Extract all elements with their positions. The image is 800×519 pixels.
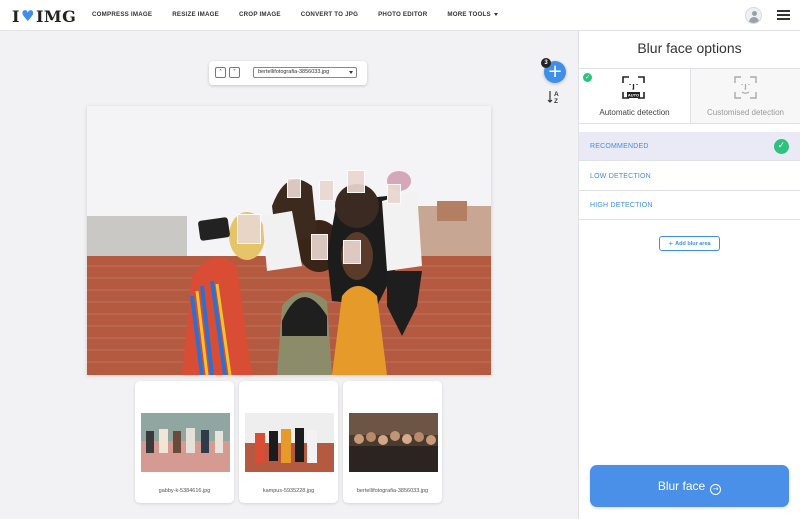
logo-text-img: IMG [35, 6, 77, 26]
thumbnail-filename: bertellifotografia-3856033.jpg [356, 488, 429, 494]
option-recommended-label: RECOMMENDED [590, 143, 649, 150]
svg-text:A: A [554, 91, 559, 98]
chevron-down-icon: ˅ [233, 69, 236, 76]
nav-convert-to-jpg[interactable]: CONVERT TO JPG [301, 11, 358, 18]
blur-options-panel: Blur face options ✓ AUTO Automatic detec… [578, 31, 800, 519]
thumbnail-image [141, 413, 230, 472]
nav-photo-editor[interactable]: PHOTO EDITOR [378, 11, 427, 18]
arrow-right-circle-icon: → [710, 484, 722, 495]
hamburger-menu-icon[interactable] [777, 10, 790, 20]
top-header: I ♥ IMG COMPRESS IMAGE RESIZE IMAGE CROP… [0, 0, 800, 31]
blur-face-box[interactable] [287, 178, 301, 198]
group-photo-image [87, 106, 491, 375]
image-count-badge: 3 [541, 58, 551, 68]
blur-face-box[interactable] [347, 170, 365, 193]
option-low-detection-label: LOW DETECTION [590, 173, 651, 180]
add-blur-area-label: Add blur area [675, 241, 711, 247]
auto-badge-text: AUTO [628, 93, 639, 98]
thumbnail-image [245, 413, 334, 472]
panel-title: Blur face options [637, 40, 742, 56]
thumbnail-filename: kampus-5935228.jpg [262, 488, 315, 494]
blur-face-box[interactable] [311, 234, 328, 260]
nav-compress-image[interactable]: COMPRESS IMAGE [92, 11, 152, 18]
svg-text:Z: Z [554, 98, 558, 105]
image-toolbar: ˄ ˅ bertellifotografia-3856033.jpg [209, 61, 367, 85]
chevron-down-icon [493, 12, 498, 16]
heart-icon: ♥ [20, 7, 35, 25]
blur-face-box[interactable] [319, 180, 334, 201]
option-high-detection-label: HIGH DETECTION [590, 202, 653, 209]
nav-more-tools[interactable]: MORE TOOLS [447, 11, 498, 18]
thumbnail-image [349, 413, 438, 472]
option-high-detection[interactable]: HIGH DETECTION [579, 191, 800, 220]
blur-face-box[interactable] [343, 240, 361, 264]
customised-detection-label: Customised detection [707, 108, 784, 117]
chevron-up-icon: ˄ [219, 69, 222, 76]
blur-face-button[interactable]: Blur face → [590, 465, 789, 507]
selected-file-name: bertellifotografia-3856033.jpg [258, 69, 330, 75]
checkmark-icon: ✓ [774, 139, 789, 154]
sort-az-icon[interactable]: A Z [547, 89, 563, 105]
main-photo-preview [87, 106, 491, 375]
nav-more-tools-label: MORE TOOLS [447, 11, 491, 18]
blur-face-box[interactable] [387, 184, 401, 204]
automatic-detection-tab[interactable]: ✓ AUTO Automatic detection [579, 68, 690, 124]
add-blur-area-button[interactable]: + Add blur area [659, 236, 720, 251]
main-nav: COMPRESS IMAGE RESIZE IMAGE CROP IMAGE C… [92, 11, 518, 18]
nav-resize-image[interactable]: RESIZE IMAGE [172, 11, 219, 18]
next-image-button[interactable]: ˅ [229, 67, 240, 78]
blur-face-box[interactable] [237, 214, 261, 244]
user-avatar[interactable] [745, 7, 762, 24]
thumbnail-card[interactable]: gabby-k-5384616.jpg [135, 381, 234, 503]
logo-text-i: I [12, 6, 20, 26]
face-scan-icon: AUTO [621, 75, 646, 100]
customised-detection-tab[interactable]: Customised detection [690, 68, 800, 124]
checkmark-icon: ✓ [583, 73, 592, 82]
avatar-body [749, 17, 759, 23]
plus-icon: + [668, 239, 674, 248]
thumbnail-card[interactable]: bertellifotografia-3856033.jpg [343, 381, 442, 503]
face-scan-custom-icon [733, 75, 758, 100]
blur-face-label: Blur face [657, 479, 706, 493]
dropdown-caret-icon [349, 71, 353, 74]
thumbnail-card[interactable]: kampus-5935228.jpg [239, 381, 338, 503]
option-recommended[interactable]: RECOMMENDED ✓ [579, 132, 800, 161]
previous-image-button[interactable]: ˄ [215, 67, 226, 78]
thumbnail-filename: gabby-k-5384616.jpg [158, 488, 211, 494]
nav-crop-image[interactable]: CROP IMAGE [239, 11, 281, 18]
ilovimg-logo[interactable]: I ♥ IMG [12, 6, 77, 26]
file-select-dropdown[interactable]: bertellifotografia-3856033.jpg [253, 67, 357, 78]
avatar-head [751, 11, 757, 16]
option-low-detection[interactable]: LOW DETECTION [579, 162, 800, 191]
automatic-detection-label: Automatic detection [599, 108, 670, 117]
